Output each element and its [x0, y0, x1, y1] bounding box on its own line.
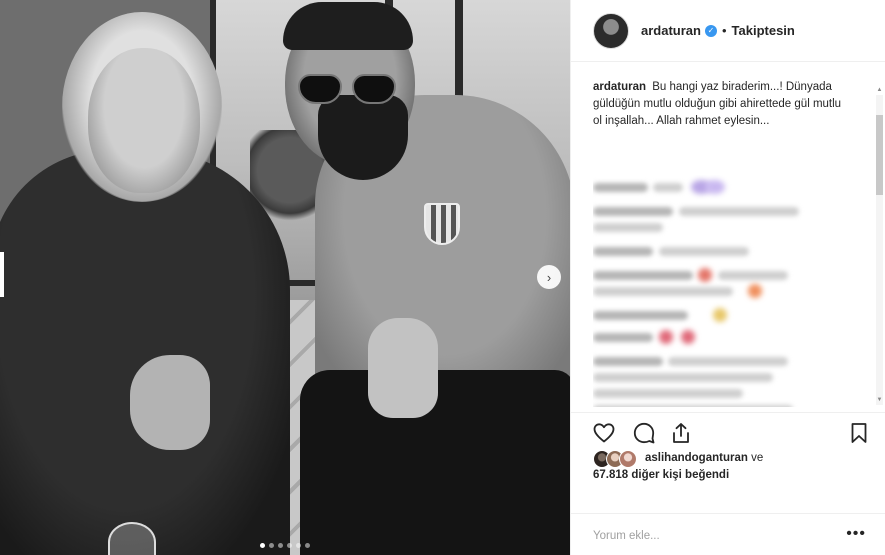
post-photo[interactable]: › [0, 0, 570, 555]
carousel-dot[interactable] [287, 543, 292, 548]
sunglasses [298, 74, 398, 104]
carousel-dot[interactable] [278, 543, 283, 548]
chevron-right-icon: › [546, 269, 552, 285]
carousel-dots [0, 543, 570, 548]
carousel-dot[interactable] [296, 543, 301, 548]
carousel-dot[interactable] [260, 543, 265, 548]
username-link[interactable]: ardaturan [641, 23, 701, 38]
carousel-next-button[interactable]: › [537, 265, 561, 289]
person-left-body [0, 150, 290, 555]
wine-glass [108, 522, 156, 555]
caption-username[interactable]: ardaturan [593, 81, 646, 93]
person-right-cap [283, 2, 413, 50]
person-left-face [88, 48, 200, 193]
comments-scrollbar[interactable] [876, 95, 883, 405]
add-comment-bar: Yorum ekle... ••• [571, 513, 885, 555]
post-header: ardaturan ✓ • Takiptesin [571, 0, 885, 62]
previous-edge [0, 252, 4, 297]
header-separator: • [721, 23, 727, 38]
avatar[interactable] [593, 12, 629, 49]
blurred-comments [593, 175, 863, 407]
carousel-dot[interactable] [305, 543, 310, 548]
verified-badge-icon: ✓ [704, 24, 717, 37]
likes-connector: ve [751, 452, 764, 464]
carousel-dot[interactable] [269, 543, 274, 548]
heart-icon[interactable] [592, 421, 616, 445]
first-liker-link[interactable]: aslihandoganturan [645, 452, 748, 464]
club-crest [424, 203, 460, 245]
scroll-down-icon[interactable]: ▼ [876, 396, 883, 404]
avatar [619, 450, 637, 468]
likes-summary: aslihandoganturan ve 67.818 diğer kişi b… [593, 449, 873, 489]
more-options-icon[interactable]: ••• [846, 525, 866, 543]
post-actions [571, 412, 885, 450]
comment-input[interactable]: Yorum ekle... [593, 530, 660, 542]
person-left-hand [130, 355, 210, 450]
share-icon[interactable] [669, 421, 693, 445]
follow-status-button[interactable]: Takiptesin [732, 23, 795, 38]
post-caption: ardaturan Bu hangi yaz biraderim...! Dün… [593, 79, 843, 130]
person-right-hand [368, 318, 438, 418]
comment-bubble-icon[interactable] [632, 421, 656, 445]
likes-count-link[interactable]: 67.818 diğer kişi beğendi [593, 469, 729, 481]
scroll-up-icon[interactable]: ▲ [876, 86, 883, 94]
post-side-panel: ardaturan ✓ • Takiptesin ardaturan Bu ha… [570, 0, 885, 555]
bookmark-icon[interactable] [847, 421, 871, 445]
